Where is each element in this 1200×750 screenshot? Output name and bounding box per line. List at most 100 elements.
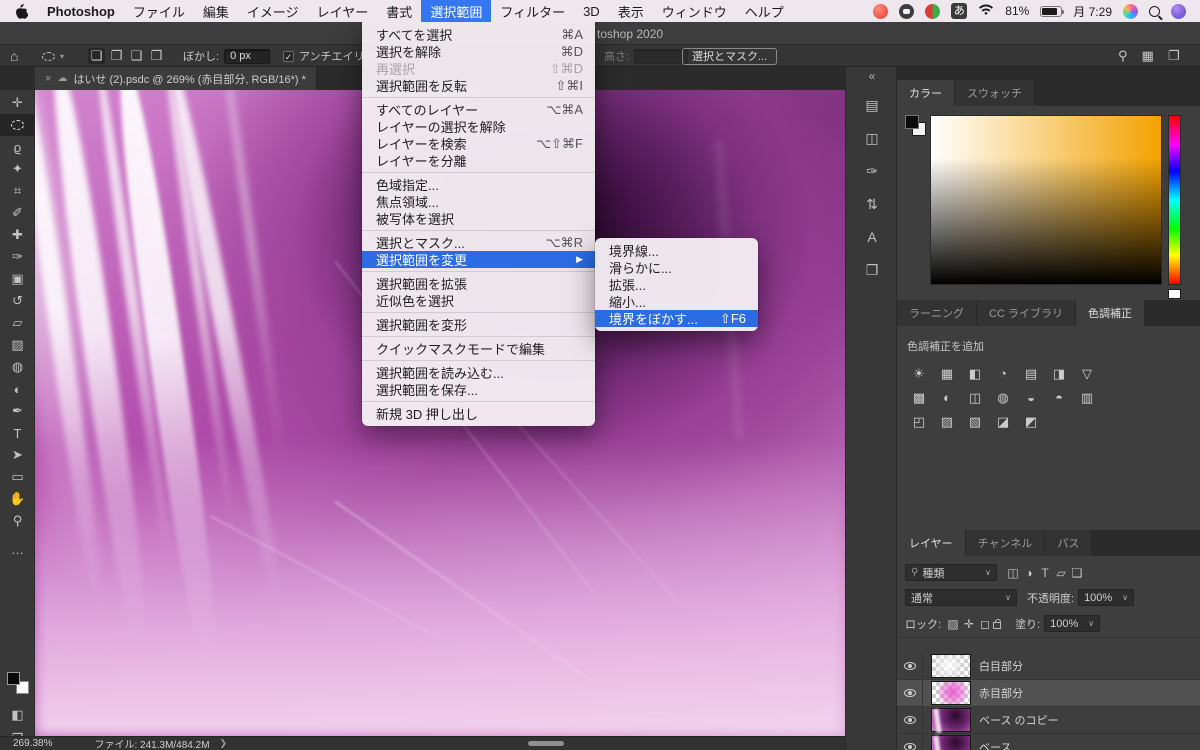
horizontal-scrollbar[interactable] [528, 741, 564, 746]
status-chevron-icon[interactable]: ❯ [220, 738, 228, 749]
menubar-item-photoshop[interactable]: Photoshop [38, 0, 124, 22]
zoom-tool[interactable]: ⚲ [0, 510, 35, 532]
type-tool[interactable]: T [0, 422, 35, 444]
menu-item-load-selection[interactable]: 選択範囲を読み込む... [362, 364, 595, 381]
quick-mask-button[interactable]: ◧ [0, 704, 35, 726]
select-and-mask-button[interactable]: 選択とマスク... [682, 47, 778, 65]
siri-icon[interactable] [1123, 3, 1138, 19]
lock-position-icon[interactable]: ✛ [961, 617, 977, 631]
notification-app-icon[interactable] [1171, 3, 1186, 19]
libraries-panel-icon[interactable]: ◫ [846, 130, 898, 147]
healing-brush-tool[interactable]: ✚ [0, 224, 35, 246]
workspace-switcher-icon[interactable]: ❐ [1168, 48, 1180, 64]
layer-visibility-toggle[interactable] [897, 734, 923, 750]
tab-adjustments[interactable]: 色調補正 [1075, 300, 1145, 326]
menu-item-focus-area[interactable]: 焦点領域... [362, 193, 595, 210]
tab-swatches[interactable]: スウォッチ [955, 80, 1035, 106]
layer-row[interactable]: ベース [897, 734, 1200, 750]
menubar-item-image[interactable]: イメージ [238, 0, 308, 22]
menubar-clock[interactable]: 月 7:29 [1073, 3, 1112, 20]
selection-mode-intersect-button[interactable]: ❒ [148, 48, 165, 64]
layer-thumbnail[interactable] [931, 708, 971, 732]
menu-item-border[interactable]: 境界線... [595, 242, 758, 259]
menu-item-inverse[interactable]: 選択範囲を反転 ⇧⌘I [362, 77, 595, 95]
menubar-item-view[interactable]: 表示 [609, 0, 653, 22]
antialias-checkbox[interactable]: ✓ [283, 50, 294, 62]
menu-item-all-layers[interactable]: すべてのレイヤー ⌥⌘A [362, 101, 595, 119]
feather-input[interactable]: 0 px [224, 48, 271, 64]
lasso-tool[interactable]: ϱ [0, 136, 35, 158]
tab-color[interactable]: カラー [897, 80, 955, 106]
filter-adjustment-layers-icon[interactable]: ◑ [1021, 566, 1037, 580]
character-panel-icon[interactable]: A [846, 229, 898, 245]
adjustment-icon[interactable]: ◫ [963, 390, 987, 406]
adjustment-icon[interactable]: ☀ [907, 366, 931, 382]
adjustment-icon[interactable]: ◒ [1019, 390, 1043, 406]
menu-item-quick-mask-mode[interactable]: クイックマスクモードで編集 [362, 340, 595, 357]
layer-thumbnail[interactable] [931, 681, 971, 705]
hand-tool[interactable]: ✋ [0, 488, 35, 510]
menu-item-transform-selection[interactable]: 選択範囲を変形 [362, 316, 595, 333]
layer-visibility-toggle[interactable] [897, 680, 923, 706]
document-tab[interactable]: × ☁ はいせ (2).psdc @ 269% (赤目部分, RGB/16*) … [35, 67, 317, 90]
tab-cc-libraries[interactable]: CC ライブラリ [977, 300, 1076, 326]
menubar-item-window[interactable]: ウィンドウ [653, 0, 736, 22]
menu-item-select-subject[interactable]: 被写体を選択 [362, 210, 595, 227]
adjustment-icon[interactable]: ◓ [1047, 390, 1071, 406]
clone-stamp-tool[interactable]: ▣ [0, 268, 35, 290]
gradient-tool[interactable]: ▨ [0, 334, 35, 356]
selection-mode-add-button[interactable]: ❐ [108, 48, 125, 64]
adjustment-icon[interactable]: ▧ [963, 414, 987, 430]
layer-visibility-toggle[interactable] [897, 653, 923, 679]
close-tab-icon[interactable]: × [45, 73, 51, 85]
dodge-tool[interactable]: ◐ [0, 378, 35, 400]
tab-layers[interactable]: レイヤー [897, 530, 966, 556]
home-icon[interactable]: ⌂ [10, 45, 18, 67]
selection-mode-new-button[interactable]: ❏ [88, 48, 105, 64]
path-selection-tool[interactable]: ➤ [0, 444, 35, 466]
search-icon[interactable]: ⚲ [1118, 48, 1128, 64]
menu-item-new-3d-extrusion[interactable]: 新規 3D 押し出し [362, 405, 595, 422]
tab-learning[interactable]: ラーニング [897, 300, 977, 326]
adjustment-icon[interactable]: ▨ [935, 414, 959, 430]
menu-item-select-all[interactable]: すべてを選択 ⌘A [362, 26, 595, 44]
hue-slider[interactable] [1168, 115, 1181, 285]
adjustment-icon[interactable]: ◨ [1047, 366, 1071, 382]
spotlight-icon[interactable] [1149, 5, 1160, 17]
layer-visibility-toggle[interactable] [897, 707, 923, 733]
menu-item-feather[interactable]: 境界をぼかす... ⇧F6 [595, 310, 758, 327]
saturation-brightness-field[interactable] [930, 115, 1162, 285]
menu-item-find-layers[interactable]: レイヤーを検索 ⌥⇧⌘F [362, 135, 595, 153]
shape-tool[interactable]: ▭ [0, 466, 35, 488]
adjustment-icon[interactable]: ▽ [1075, 366, 1099, 382]
blend-mode-dropdown[interactable]: 通常 ∨ [905, 589, 1017, 606]
pen-tool[interactable]: ✒ [0, 400, 35, 422]
menubar-item-type[interactable]: 書式 [377, 0, 421, 22]
eraser-tool[interactable]: ▱ [0, 312, 35, 334]
layer-row[interactable]: 白目部分 [897, 653, 1200, 680]
edit-toolbar-icon[interactable]: … [0, 538, 35, 560]
menu-item-isolate-layers[interactable]: レイヤーを分離 [362, 152, 595, 169]
input-method-badge[interactable]: あ [951, 3, 968, 19]
adjustment-icon[interactable]: ◰ [907, 414, 931, 430]
menubar-item-filter[interactable]: フィルター [491, 0, 574, 22]
layer-row[interactable]: ベース のコピー [897, 707, 1200, 734]
app-status-icon[interactable] [925, 3, 941, 19]
adjustment-icon[interactable]: ▤ [1019, 366, 1043, 382]
history-brush-tool[interactable]: ↺ [0, 290, 35, 312]
menu-item-grow[interactable]: 選択範囲を拡張 [362, 275, 595, 292]
layer-thumbnail[interactable] [931, 654, 971, 678]
menu-item-expand[interactable]: 拡張... [595, 276, 758, 293]
fill-dropdown[interactable]: 100% ∨ [1044, 615, 1101, 632]
menu-item-select-and-mask[interactable]: 選択とマスク... ⌥⌘R [362, 234, 595, 252]
filter-shape-layers-icon[interactable]: ▱ [1053, 566, 1069, 580]
filter-pixel-layers-icon[interactable]: ◫ [1005, 566, 1021, 580]
menubar-item-edit[interactable]: 編集 [194, 0, 238, 22]
app-status-icon[interactable] [873, 3, 889, 19]
lock-all-icon[interactable] [993, 618, 1002, 629]
menu-item-deselect-layers[interactable]: レイヤーの選択を解除 [362, 118, 595, 135]
layer-row-selected[interactable]: 赤目部分 [897, 680, 1200, 707]
tab-channels[interactable]: チャンネル [965, 530, 1046, 556]
wifi-icon[interactable] [978, 4, 994, 19]
layer-filter-dropdown[interactable]: ⚲ 種類 ∨ [905, 564, 997, 581]
